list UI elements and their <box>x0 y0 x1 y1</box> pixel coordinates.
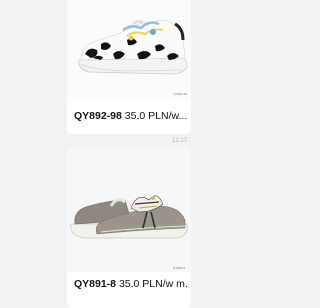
product-photo-cow-print-sneaker[interactable]: QY892-98 <box>67 0 191 98</box>
message-image-card[interactable]: QY891-8 QY891-8 35.0 PLN/w m... <box>67 148 191 308</box>
product-code: QY891-8 <box>74 278 117 290</box>
product-caption: QY892-98 35.0 PLN/w... <box>74 110 189 122</box>
price-text: 35.0 PLN/w... <box>124 110 188 122</box>
grey-mule-illustration <box>70 195 188 239</box>
message-timestamp: 12:17 <box>172 138 188 144</box>
message-image-card[interactable]: QY892-98 QY892-98 35.0 PLN/w... <box>67 0 191 134</box>
product-code: QY892-98 <box>74 110 122 122</box>
product-code-tag: QY892-98 <box>173 92 187 96</box>
product-caption: QY891-8 35.0 PLN/w m... <box>74 278 189 290</box>
product-code-tag: QY891-8 <box>172 266 185 270</box>
price-text: 35.0 PLN/w m... <box>118 278 189 290</box>
product-photo-grey-mule[interactable]: QY891-8 <box>67 148 191 272</box>
cow-print-sneaker-illustration <box>78 19 188 75</box>
